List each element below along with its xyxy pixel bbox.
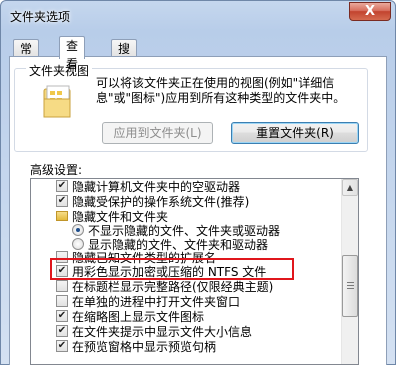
folder-views-title: 文件夹视图 bbox=[26, 62, 93, 79]
reset-folders-button[interactable]: 重置文件夹(R) bbox=[231, 122, 359, 144]
checkbox-checked-icon[interactable]: ✔ bbox=[56, 265, 68, 277]
list-item-label: 在文件夹提示中显示文件大小信息 bbox=[72, 325, 253, 339]
close-icon: X bbox=[364, 4, 376, 19]
list-item-label: 隐藏计算机文件夹中的空驱动器 bbox=[72, 180, 241, 194]
close-button[interactable]: X bbox=[349, 2, 391, 21]
radio-selected-icon[interactable] bbox=[72, 224, 84, 236]
folder-icon bbox=[56, 211, 68, 221]
advanced-settings-label: 高级设置: bbox=[30, 163, 83, 177]
grip-icon bbox=[347, 282, 354, 290]
list-item-label: 显示隐藏的文件、文件夹和驱动器 bbox=[88, 238, 269, 252]
list-item-label: 隐藏已知文件类型的扩展名 bbox=[72, 251, 217, 265]
window-title: 文件夹选项 bbox=[10, 10, 71, 24]
list-item-label: 隐藏文件和文件夹 bbox=[72, 210, 169, 224]
folder-views-icon bbox=[43, 85, 71, 118]
checkbox-checked-icon[interactable]: ✔ bbox=[56, 310, 68, 322]
folder-views-description: 可以将该文件夹正在使用的视图(例如"详细信息"或"图标")应用到所有这种类型的文… bbox=[96, 76, 346, 105]
list-item-label: 在单独的进程中打开文件夹窗口 bbox=[72, 295, 241, 309]
title-bar[interactable]: 文件夹选项 X bbox=[1, 1, 395, 31]
vertical-scrollbar[interactable]: ▲ bbox=[341, 179, 358, 364]
checkbox-unchecked-icon[interactable] bbox=[56, 295, 68, 307]
list-item-label: 在标题栏显示完整路径(仅限经典主题) bbox=[72, 280, 274, 294]
checkbox-checked-icon[interactable]: ✔ bbox=[56, 340, 68, 352]
scroll-up-icon[interactable]: ▲ bbox=[342, 179, 358, 196]
checkbox-checked-icon[interactable]: ✔ bbox=[56, 325, 68, 337]
list-item-label: 用彩色显示加密或压缩的 NTFS 文件 bbox=[72, 265, 267, 279]
scrollbar-thumb[interactable] bbox=[342, 255, 358, 317]
apply-to-folders-button[interactable]: 应用到文件夹(L) bbox=[102, 122, 213, 144]
checkbox-checked-icon[interactable]: ✔ bbox=[56, 195, 68, 207]
tab-view[interactable]: 查看 bbox=[59, 36, 86, 71]
radio-unselected-icon[interactable] bbox=[72, 238, 84, 250]
list-item-label: 在预览窗格中显示预览句柄 bbox=[72, 340, 217, 354]
list-item-label: 不显示隐藏的文件、文件夹或驱动器 bbox=[88, 224, 281, 238]
checkbox-checked-icon[interactable]: ✔ bbox=[56, 180, 68, 192]
checkbox-unchecked-icon[interactable] bbox=[56, 280, 68, 292]
checkbox-unchecked-icon[interactable] bbox=[56, 251, 68, 263]
advanced-settings-list[interactable]: ✔ 隐藏计算机文件夹中的空驱动器 ✔ 隐藏受保护的操作系统文件(推荐) 隐藏文件… bbox=[30, 178, 359, 365]
list-item-label: 隐藏受保护的操作系统文件(推荐) bbox=[72, 195, 250, 209]
list-item-label: 在缩略图上显示文件图标 bbox=[72, 310, 205, 324]
